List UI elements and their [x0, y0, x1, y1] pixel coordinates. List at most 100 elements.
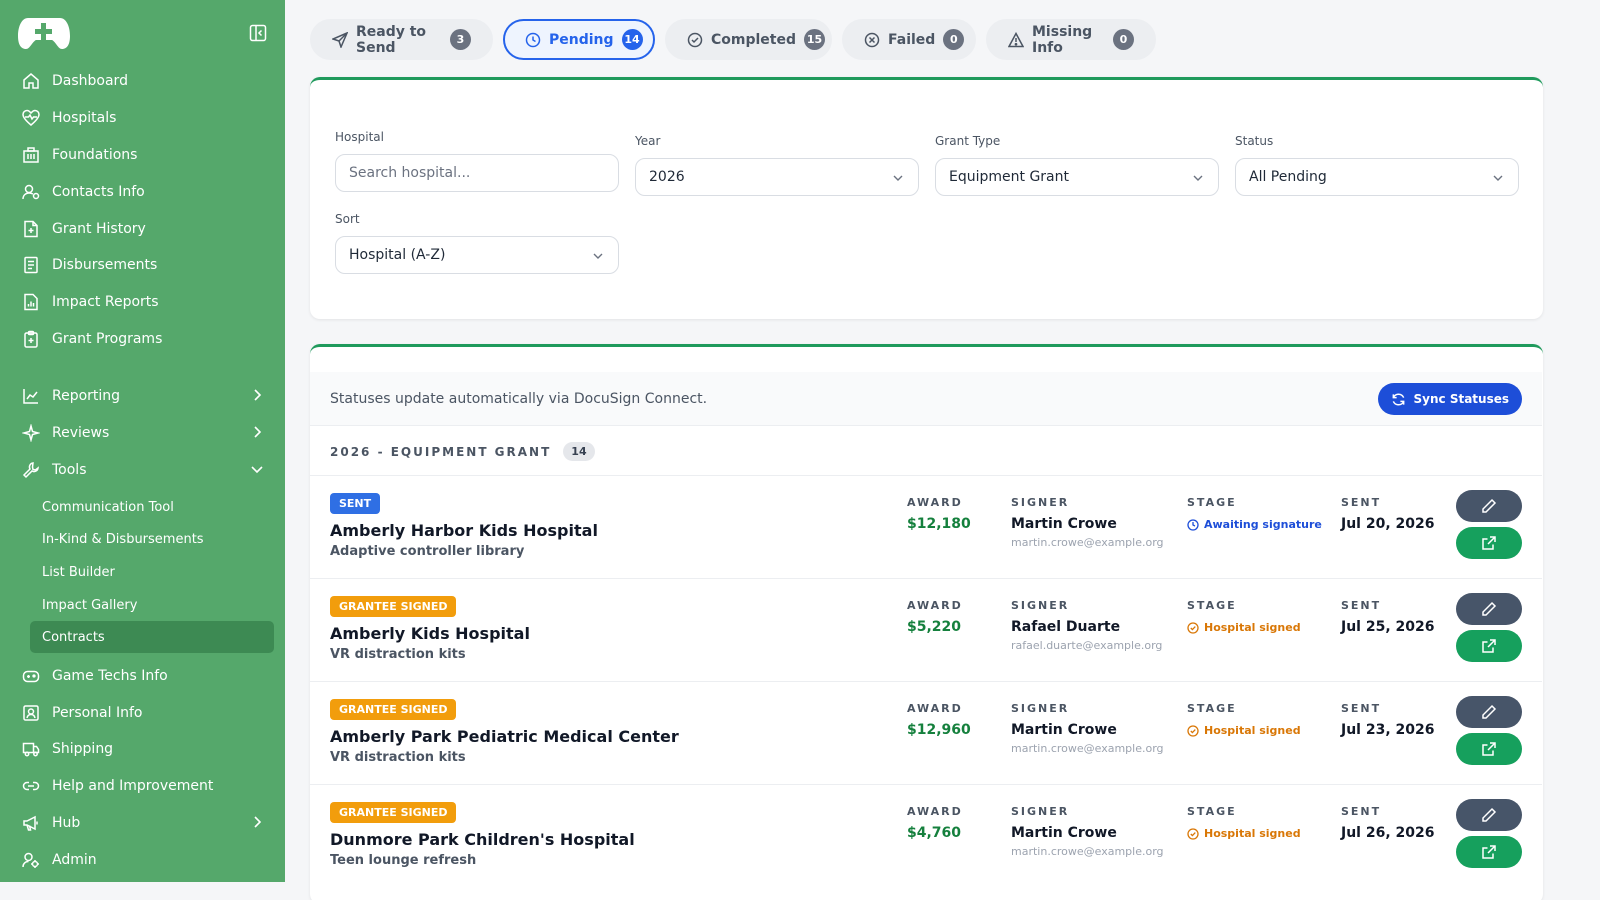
tab-count-badge: 15	[804, 29, 826, 50]
id-card-icon	[20, 702, 42, 724]
sidebar-subitem-list-builder[interactable]: List Builder	[30, 556, 274, 588]
award-column-label: AWARD	[907, 496, 963, 509]
tab-completed[interactable]: Completed 15	[665, 19, 832, 60]
status-badge: GRANTEE SIGNED	[330, 699, 457, 720]
sidebar-item-help-and-improvement[interactable]: Help and Improvement	[20, 770, 270, 802]
status-badge: SENT	[330, 493, 381, 514]
tab-pending[interactable]: Pending 14	[503, 19, 655, 60]
sidebar-item-admin[interactable]: Admin	[20, 844, 270, 876]
stage-column-label: STAGE	[1187, 496, 1237, 509]
year-select[interactable]: 2026	[635, 158, 919, 196]
sidebar-item-reviews[interactable]: Reviews	[20, 417, 270, 449]
collapse-sidebar-icon[interactable]	[249, 24, 267, 42]
sidebar-item-personal-info[interactable]: Personal Info	[20, 697, 270, 729]
sent-column-label: SENT	[1341, 702, 1382, 715]
sidebar-item-label: Dashboard	[52, 73, 128, 89]
open-contract-button[interactable]	[1456, 630, 1522, 662]
edit-contract-button[interactable]	[1456, 696, 1522, 728]
sent-date: Jul 23, 2026	[1341, 722, 1435, 738]
signer-column-label: SIGNER	[1011, 599, 1070, 612]
sort-select[interactable]: Hospital (A-Z)	[335, 236, 619, 274]
stage-label: Hospital signed	[1204, 827, 1301, 840]
open-contract-button[interactable]	[1456, 527, 1522, 559]
sidebar-item-label: Reporting	[52, 388, 121, 404]
chevron-right-icon	[250, 388, 264, 402]
tab-label: Missing Info	[1032, 23, 1093, 56]
project-name: VR distraction kits	[330, 647, 466, 662]
sidebar-item-label: Disbursements	[52, 257, 158, 273]
sidebar-subitem-in-kind-disbursements[interactable]: In-Kind & Disbursements	[30, 523, 274, 555]
pencil-icon	[1482, 601, 1497, 616]
sidebar-item-grant-programs[interactable]: Grant Programs	[20, 323, 270, 355]
group-count-badge: 14	[563, 442, 595, 461]
grant-type-select-value: Equipment Grant	[949, 169, 1069, 185]
sidebar-item-impact-reports[interactable]: Impact Reports	[20, 286, 270, 318]
pencil-icon	[1482, 498, 1497, 513]
sent-column-label: SENT	[1341, 496, 1382, 509]
building-icon	[20, 144, 42, 166]
sync-statuses-button[interactable]: Sync Statuses	[1377, 383, 1522, 415]
award-column-label: AWARD	[907, 702, 963, 715]
chevron-down-icon	[1492, 172, 1504, 184]
external-link-icon	[1482, 742, 1496, 756]
sidebar-item-foundations[interactable]: Foundations	[20, 139, 270, 171]
signer-name: Martin Crowe	[1011, 722, 1117, 738]
signer-email: martin.crowe@example.org	[1011, 536, 1164, 549]
open-contract-button[interactable]	[1456, 836, 1522, 868]
check-circle-icon	[1187, 827, 1199, 840]
status-select[interactable]: All Pending	[1235, 158, 1519, 196]
sidebar-item-label: Impact Reports	[52, 294, 159, 310]
sidebar-item-grant-history[interactable]: Grant History	[20, 213, 270, 245]
tab-missing-info[interactable]: Missing Info 0	[986, 19, 1156, 60]
send-icon	[330, 31, 349, 49]
sidebar-item-tools[interactable]: Tools	[20, 454, 270, 486]
gamepad-icon	[20, 665, 42, 687]
stage-status: Hospital signed	[1187, 724, 1301, 737]
sidebar-item-reporting[interactable]: Reporting	[20, 380, 270, 412]
stage-status: Awaiting signature	[1187, 518, 1322, 531]
sidebar-item-dashboard[interactable]: Dashboard	[20, 65, 270, 97]
gamepad-logo-icon[interactable]	[18, 16, 70, 50]
chevron-right-icon	[250, 425, 264, 439]
stage-label: Hospital signed	[1204, 724, 1301, 737]
sidebar-item-hospitals[interactable]: Hospitals	[20, 102, 270, 134]
clipboard-plus-icon	[20, 328, 42, 350]
sent-column-label: SENT	[1341, 599, 1382, 612]
tab-failed[interactable]: Failed 0	[842, 19, 976, 60]
chevron-down-icon	[592, 250, 604, 262]
stage-column-label: STAGE	[1187, 805, 1237, 818]
sparkle-icon	[20, 422, 42, 444]
sent-date: Jul 26, 2026	[1341, 825, 1435, 841]
file-plus-icon	[20, 218, 42, 240]
hospital-search-input[interactable]: Search hospital...	[335, 154, 619, 192]
tab-count-badge: 0	[1113, 29, 1134, 50]
tab-ready-to-send[interactable]: Ready to Send 3	[310, 19, 493, 60]
sidebar-subitem-impact-gallery[interactable]: Impact Gallery	[30, 589, 274, 621]
hospital-name: Amberly Park Pediatric Medical Center	[330, 727, 679, 746]
sidebar-item-label: Hospitals	[52, 110, 117, 126]
grant-type-select[interactable]: Equipment Grant	[935, 158, 1219, 196]
edit-contract-button[interactable]	[1456, 490, 1522, 522]
stage-label: Awaiting signature	[1204, 518, 1322, 531]
signer-column-label: SIGNER	[1011, 496, 1070, 509]
group-title: 2026 - EQUIPMENT GRANT	[330, 444, 552, 459]
sidebar-item-label: Game Techs Info	[52, 668, 168, 684]
sidebar-item-disbursements[interactable]: Disbursements	[20, 249, 270, 281]
x-circle-icon	[864, 32, 880, 48]
edit-contract-button[interactable]	[1456, 799, 1522, 831]
sort-label: Sort	[335, 212, 360, 226]
sidebar-item-contacts-info[interactable]: Contacts Info	[20, 176, 270, 208]
admin-icon	[20, 849, 42, 871]
open-contract-button[interactable]	[1456, 733, 1522, 765]
chevron-down-icon	[1192, 172, 1204, 184]
year-filter-label: Year	[635, 134, 661, 148]
sidebar-subitem-communication-tool[interactable]: Communication Tool	[30, 491, 274, 523]
sidebar-item-game-techs-info[interactable]: Game Techs Info	[20, 660, 270, 692]
edit-contract-button[interactable]	[1456, 593, 1522, 625]
sidebar-item-hub[interactable]: Hub	[20, 807, 270, 839]
award-column-label: AWARD	[907, 599, 963, 612]
sidebar-item-shipping[interactable]: Shipping	[20, 733, 270, 765]
tab-count-badge: 14	[621, 29, 643, 50]
sidebar-subitem-contracts[interactable]: Contracts	[30, 621, 274, 653]
sidebar-item-label: Grant Programs	[52, 331, 163, 347]
